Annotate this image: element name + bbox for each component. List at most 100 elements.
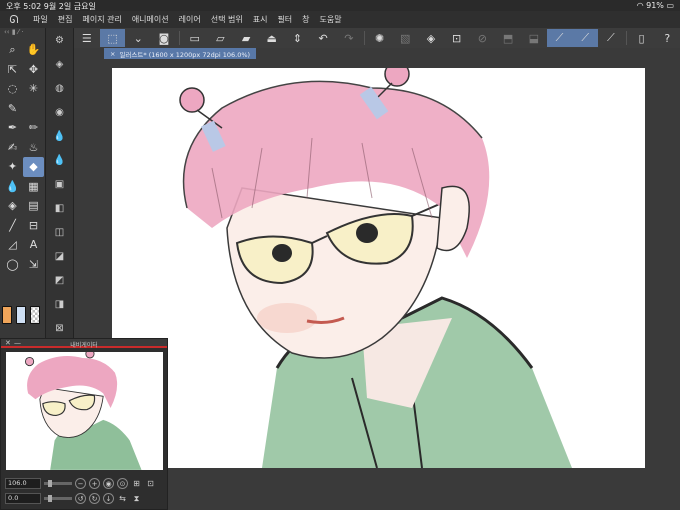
zoom-field[interactable]: 106.0 (5, 478, 41, 489)
app-logo-icon[interactable]: ᘏ (0, 13, 28, 27)
menu-edit[interactable]: 편집 (53, 14, 78, 25)
eraser-tool-icon[interactable]: ◆ (23, 157, 44, 177)
rotation-field[interactable]: 0.0 (5, 493, 41, 504)
zoom-in-icon[interactable]: + (89, 478, 100, 489)
new-canvas-icon[interactable]: ⬚ (99, 29, 126, 47)
transform-icon[interactable]: ⊡ (444, 29, 470, 47)
fit-window-icon[interactable]: ⊞ (131, 478, 142, 489)
color-swatches (2, 306, 40, 324)
settings-icon[interactable]: ⚙ (46, 28, 73, 52)
close-tab-icon[interactable]: × (110, 50, 115, 58)
menu-selection[interactable]: 선택 범위 (206, 14, 248, 25)
flip-vertical-icon[interactable]: ⧗ (131, 493, 142, 504)
eyedropper-tool-icon[interactable]: ✎ (2, 99, 23, 119)
layer-delete-icon[interactable]: ⊠ (46, 316, 73, 340)
layer-clip-icon[interactable]: ◨ (46, 292, 73, 316)
frame-tool-icon[interactable]: ⊟ (23, 216, 44, 236)
menu-file[interactable]: 파일 (28, 14, 53, 25)
ruler-tool-icon[interactable]: ◿ (2, 235, 23, 255)
layer-mask-icon[interactable]: ◩ (46, 268, 73, 292)
crop-icon[interactable]: ⬒ (495, 29, 521, 47)
navigator-title: 내비게이터 (70, 342, 98, 349)
zoom-slider-knob[interactable] (48, 480, 52, 487)
document-tab[interactable]: × 일러스트* (1600 x 1200px 72dpi 106.0%) (104, 48, 257, 59)
navigator-preview[interactable] (6, 352, 163, 470)
fill-layer-icon[interactable]: ◈ (46, 52, 73, 76)
layer-merge-icon[interactable]: ◪ (46, 244, 73, 268)
menu-view[interactable]: 표시 (248, 14, 273, 25)
chevron-down-icon[interactable]: ⌄ (125, 29, 151, 47)
fill-pattern-tool-icon[interactable]: ▦ (23, 177, 44, 197)
clear-layer-icon[interactable]: ▧ (392, 29, 418, 47)
operation-tool-icon[interactable]: ⇱ (2, 60, 23, 80)
sub-color-swatch[interactable] (16, 306, 26, 324)
reset-rotation-icon[interactable]: ↓ (103, 493, 114, 504)
brush-tool-icon[interactable]: ✍ (2, 138, 23, 158)
menu-window[interactable]: 창 (297, 14, 314, 25)
rotate-left-icon[interactable]: ↺ (75, 493, 86, 504)
fill-tool-icon[interactable]: ◈ (2, 196, 23, 216)
gradient-tool-icon[interactable]: ▤ (23, 196, 44, 216)
layer-stack-icon[interactable]: ◫ (46, 220, 73, 244)
fill-icon[interactable]: ◈ (418, 29, 444, 47)
actual-size-icon[interactable]: ◉ (103, 478, 114, 489)
menu-animation[interactable]: 애니메이션 (127, 14, 174, 25)
blend-tool-icon[interactable]: 💧 (2, 177, 23, 197)
pencil-tool-icon[interactable]: ✏ (23, 118, 44, 138)
rotation-slider-knob[interactable] (48, 495, 52, 502)
export-icon[interactable]: ⏏ (259, 29, 285, 47)
lasso-tool-icon[interactable]: ◌ (2, 79, 23, 99)
flip-horizontal-icon[interactable]: ⇆ (117, 493, 128, 504)
fit-screen-icon[interactable]: ⊡ (145, 478, 156, 489)
layer-add-icon[interactable]: ▣ (46, 172, 73, 196)
airbrush-tool-icon[interactable]: ♨ (23, 138, 44, 158)
battery-percent: 91% (646, 1, 664, 10)
snap-special-ruler-icon[interactable]: ⟋ (572, 29, 599, 47)
balloon-tool-icon[interactable]: ◯ (2, 255, 23, 275)
loading-icon[interactable]: ✺ (367, 29, 393, 47)
fill-select-icon[interactable]: ◍ (46, 76, 73, 100)
deselect-icon[interactable]: ⊘ (470, 29, 496, 47)
zoom-tool-icon[interactable]: ⌕ (2, 40, 23, 60)
menu-page[interactable]: 페이지 관리 (77, 14, 126, 25)
main-color-swatch[interactable] (2, 306, 12, 324)
correct-line-tool-icon[interactable]: ⇲ (23, 255, 44, 275)
redo-icon[interactable]: ↷ (336, 29, 362, 47)
text-tool-icon[interactable]: A (23, 235, 44, 255)
decoration-tool-icon[interactable]: ✦ (2, 157, 23, 177)
palette-grip[interactable]: ‹‹ ▮ ⁄ · (0, 28, 45, 38)
menu-filter[interactable]: 필터 (272, 14, 297, 25)
help-icon[interactable]: ? (654, 29, 680, 47)
open-folder-icon[interactable]: ▱ (208, 29, 234, 47)
zoom-out-icon[interactable]: − (75, 478, 86, 489)
zoom-slider[interactable] (44, 480, 72, 487)
save-icon[interactable]: ▰ (233, 29, 259, 47)
menu-layer[interactable]: 레이어 (174, 14, 206, 25)
transparent-color-swatch[interactable] (30, 306, 40, 324)
chevron-updown-icon[interactable]: ⇕ (285, 29, 311, 47)
layer-raster-icon[interactable]: ◧ (46, 196, 73, 220)
drops-alt-icon[interactable]: 💧 (46, 148, 73, 172)
drawing-canvas[interactable] (112, 68, 645, 468)
camera-icon[interactable]: ◙ (151, 29, 177, 47)
command-bar: ☰ ⬚ ⌄ ◙ ▭ ▱ ▰ ⏏ ⇕ ↶ ↷ ✺ ▧ ◈ ⊡ ⊘ ⬒ ⬓ ⟋ ⟋ … (74, 28, 680, 48)
rotate-right-icon[interactable]: ↻ (89, 493, 100, 504)
status-date: 9월 2일 금요일 (43, 2, 96, 11)
magic-wand-tool-icon[interactable]: ✳ (23, 79, 44, 99)
invert-selection-icon[interactable]: ⬓ (521, 29, 547, 47)
drops-icon[interactable]: 💧 (46, 124, 73, 148)
fit-icon[interactable]: ⊙ (117, 478, 128, 489)
move-tool-icon[interactable]: ✥ (23, 60, 44, 80)
undo-icon[interactable]: ↶ (310, 29, 336, 47)
menu-help[interactable]: 도움말 (315, 14, 347, 25)
snap-ruler-icon[interactable]: ⟋ (546, 29, 573, 47)
menu-hamburger-icon[interactable]: ☰ (74, 29, 100, 47)
hand-tool-icon[interactable]: ✋ (23, 40, 44, 60)
fill-refer-icon[interactable]: ◉ (46, 100, 73, 124)
rotation-slider[interactable] (44, 495, 72, 502)
snap-grid-icon[interactable]: ⟋ (598, 29, 624, 47)
figure-tool-icon[interactable]: ╱ (2, 216, 23, 236)
new-file-icon[interactable]: ▭ (182, 29, 208, 47)
pen-tool-icon[interactable]: ✒ (2, 118, 23, 138)
smartphone-icon[interactable]: ▯ (629, 29, 655, 47)
